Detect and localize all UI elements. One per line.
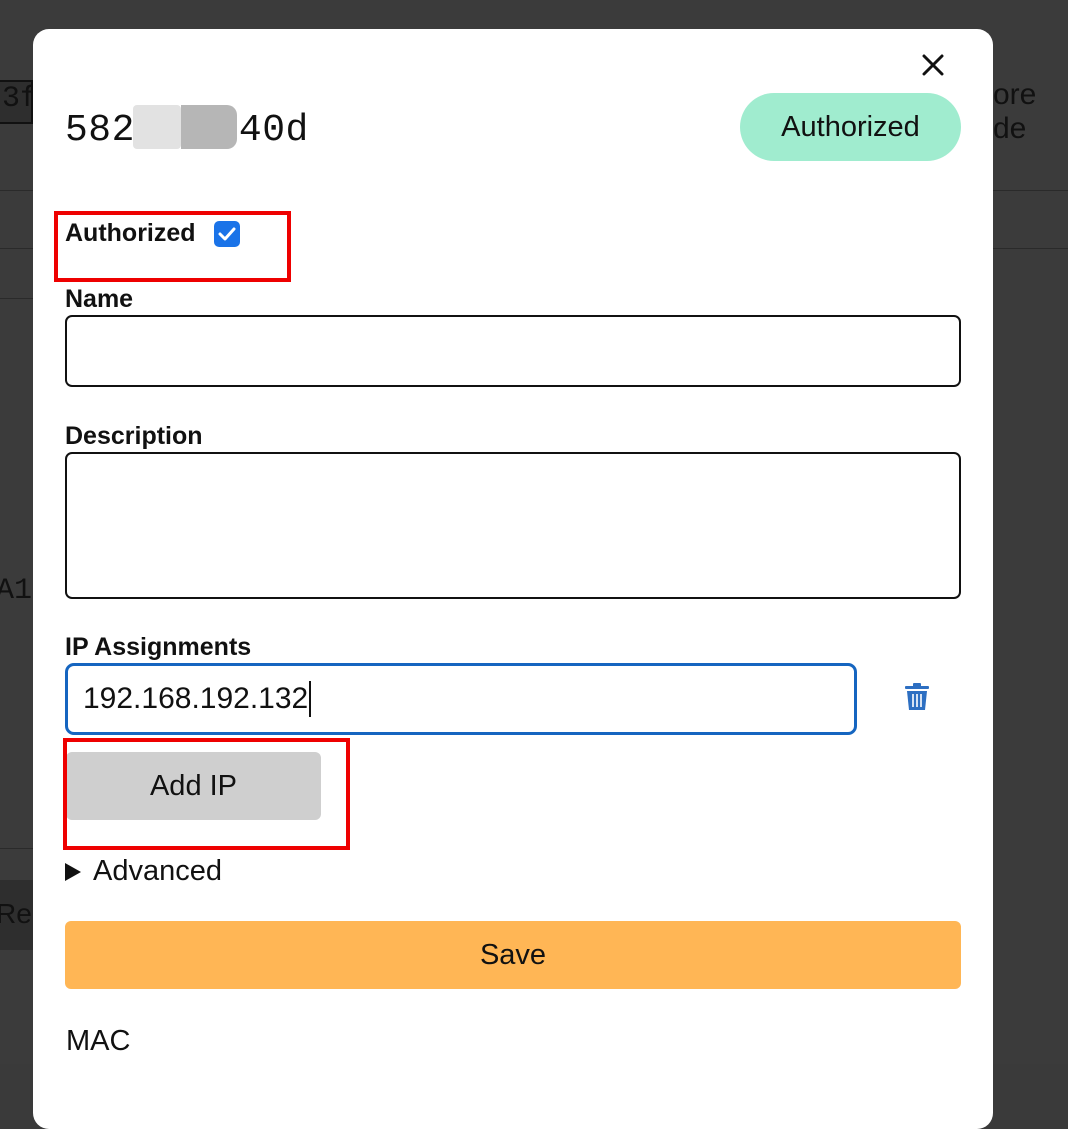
text-caret [309, 681, 311, 717]
close-icon [922, 54, 944, 76]
status-badge: Authorized [740, 93, 961, 161]
triangle-right-icon [65, 863, 81, 881]
close-button[interactable] [913, 45, 953, 85]
highlight-box-authorized [54, 211, 291, 282]
save-button[interactable]: Save [65, 921, 961, 989]
redaction-block [181, 105, 237, 149]
background-text: ore de [993, 78, 1068, 146]
background-divider [0, 298, 33, 299]
description-label: Description [65, 422, 203, 451]
member-edit-modal: 58240d Authorized Authorized Name Descri… [33, 29, 993, 1129]
name-input[interactable] [65, 315, 961, 387]
ip-assignments-label: IP Assignments [65, 633, 251, 662]
ip-assignment-input[interactable]: 192.168.192.132 [65, 663, 857, 735]
name-label: Name [65, 285, 133, 314]
device-id-prefix: 582 [65, 109, 135, 152]
background-divider [0, 848, 33, 849]
advanced-label: Advanced [93, 855, 222, 888]
background-text: Re [0, 898, 32, 930]
redaction-block [133, 105, 181, 149]
advanced-toggle[interactable]: Advanced [65, 855, 222, 888]
description-textarea[interactable] [65, 452, 961, 599]
ip-assignment-value: 192.168.192.132 [83, 682, 308, 716]
mac-label: MAC [66, 1025, 130, 1058]
device-id-suffix: 40d [239, 109, 309, 152]
trash-icon[interactable] [905, 683, 929, 711]
background-text: A1 [0, 574, 32, 608]
highlight-box-add-ip [63, 738, 350, 850]
